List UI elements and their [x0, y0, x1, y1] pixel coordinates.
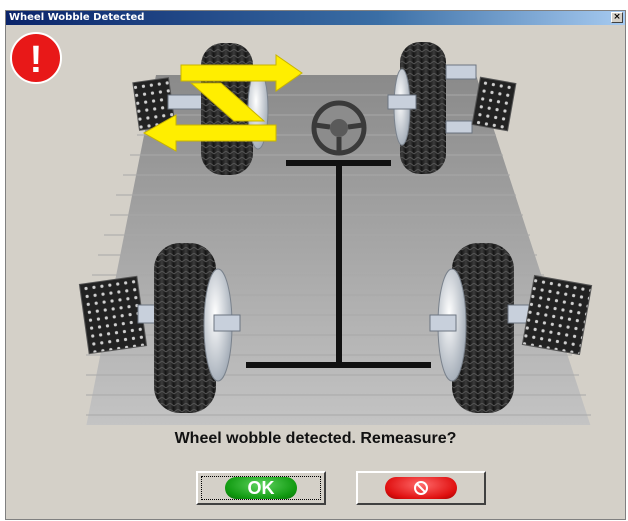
prompt-message: Wheel wobble detected. Remeasure?	[174, 430, 457, 447]
no-symbol-icon	[414, 481, 428, 495]
ok-button-face: OK	[225, 477, 297, 499]
alignment-scene: !	[10, 32, 593, 425]
dialog-window: Wheel Wobble Detected × ! Wheel wobble d…	[5, 10, 626, 520]
title-bar: Wheel Wobble Detected ×	[6, 11, 625, 25]
close-button[interactable]: ×	[611, 12, 623, 23]
ok-button[interactable]: OK	[196, 471, 326, 505]
svg-text:!: !	[30, 39, 43, 81]
window-title: Wheel Wobble Detected	[9, 12, 145, 23]
cancel-button-face	[385, 477, 457, 499]
cancel-button[interactable]	[356, 471, 486, 505]
exclamation-icon: !	[10, 32, 62, 84]
steering-wheel-icon	[311, 100, 367, 156]
ok-button-label: OK	[247, 477, 275, 498]
